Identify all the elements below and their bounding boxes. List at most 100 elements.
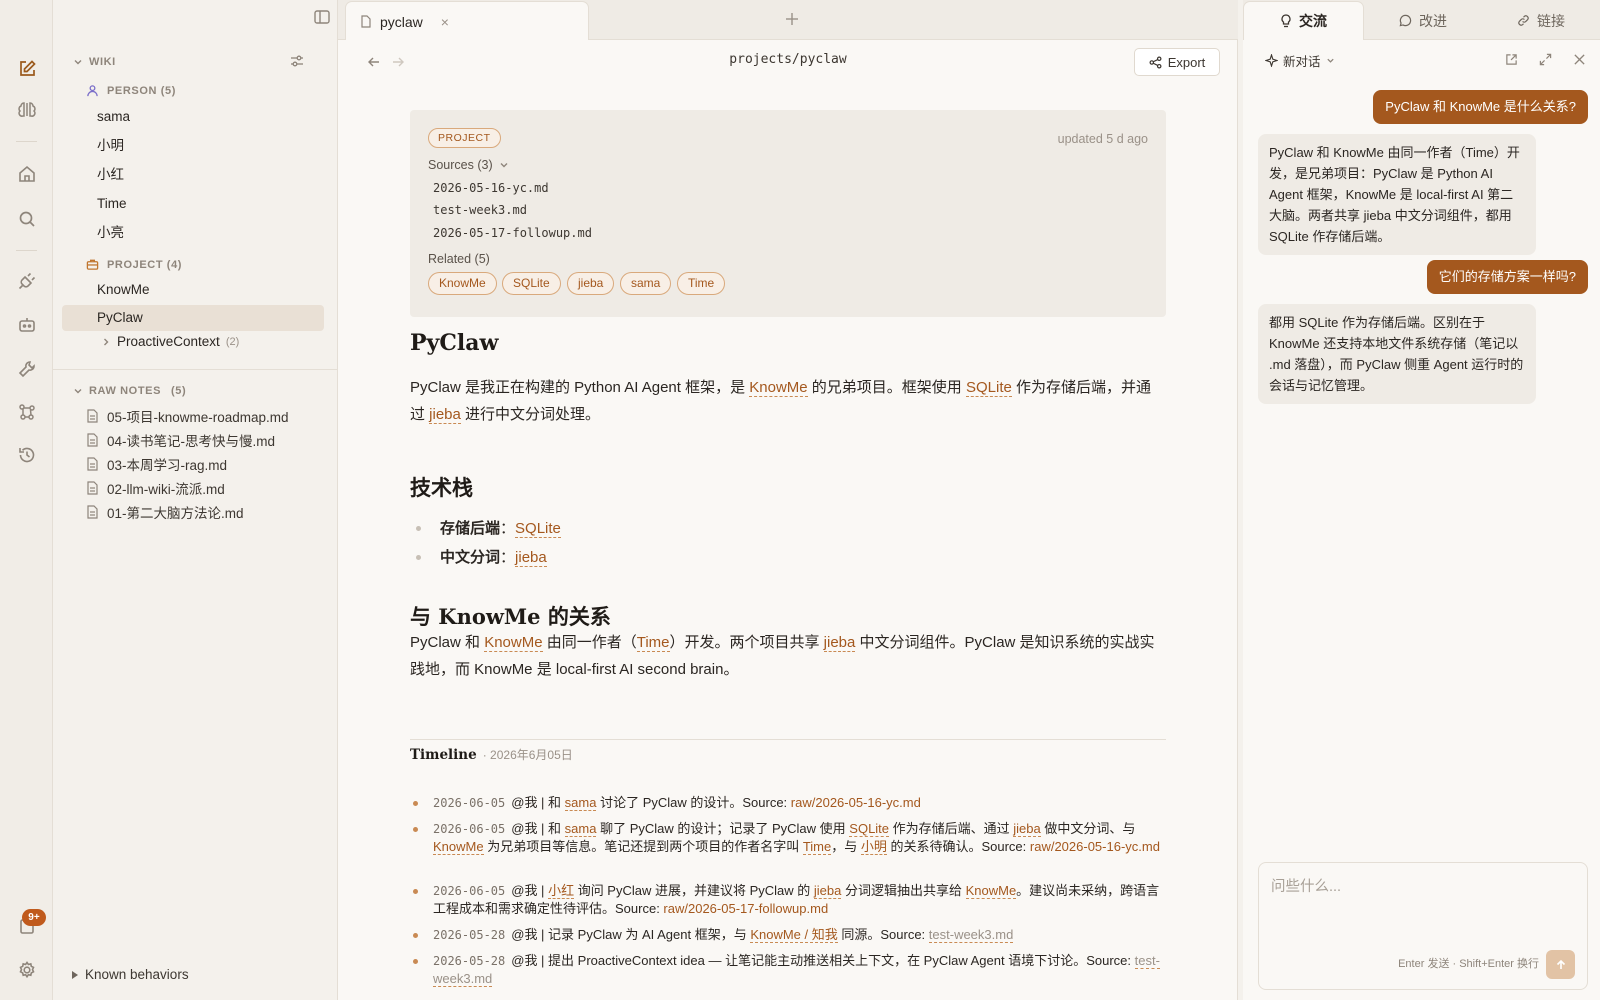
sidebar-item-time[interactable]: Time: [62, 191, 324, 217]
source-link[interactable]: raw/2026-05-16-yc.md: [791, 795, 921, 810]
close-tab-icon[interactable]: ×: [441, 14, 449, 30]
wikilink[interactable]: KnowMe / 知我: [750, 927, 838, 943]
plug-icon[interactable]: [15, 269, 39, 293]
timeline-dot: [413, 801, 418, 806]
source-file[interactable]: test-week3.md: [433, 203, 527, 217]
source-file[interactable]: 2026-05-16-yc.md: [433, 181, 549, 195]
timeline-dot: [413, 889, 418, 894]
chat-bubble-icon: [1399, 14, 1412, 27]
raw-file-item[interactable]: 04-读书笔记-思考快与慢.md: [86, 429, 275, 451]
source-file[interactable]: 2026-05-17-followup.md: [433, 226, 592, 240]
wikilink[interactable]: sama: [564, 795, 597, 811]
known-behaviors-label: Known behaviors: [85, 967, 189, 982]
type-tag: PROJECT: [428, 128, 501, 148]
new-chat-dropdown[interactable]: 新对话: [1265, 51, 1335, 70]
graph-nodes-icon[interactable]: [15, 400, 39, 424]
raw-notes-header[interactable]: RAW NOTES (5): [73, 385, 186, 397]
related-chip[interactable]: Time: [677, 272, 726, 295]
source-link[interactable]: raw/2026-05-16-yc.md: [1030, 839, 1160, 854]
wikilink[interactable]: SQLite: [965, 379, 1012, 397]
person-group-header[interactable]: PERSON (5): [86, 84, 176, 97]
sidebar-item-knowme[interactable]: KnowMe: [62, 277, 324, 303]
sources-toggle[interactable]: Sources (3): [428, 158, 509, 172]
wikilink[interactable]: jieba: [429, 406, 461, 424]
timeline-entry: 2026-06-05 @我 | 和 sama 聊了 PyClaw 的设计；记录了 …: [433, 821, 1160, 855]
tab-links[interactable]: 链接: [1482, 1, 1600, 40]
wikilink[interactable]: jieba: [515, 549, 547, 567]
raw-file-item[interactable]: 02-llm-wiki-流派.md: [86, 477, 225, 499]
wikilink[interactable]: jieba: [1013, 821, 1041, 837]
export-button[interactable]: Export: [1134, 48, 1220, 76]
page-title: PyClaw: [410, 330, 499, 356]
rail-divider: [16, 141, 37, 142]
send-button[interactable]: [1546, 950, 1575, 979]
related-chip[interactable]: jieba: [567, 272, 615, 295]
wikilink[interactable]: KnowMe: [749, 379, 808, 397]
search-icon[interactable]: [15, 207, 39, 231]
rail-divider: [16, 250, 37, 251]
sidebar-item-proactivecontext[interactable]: ProactiveContext (2): [101, 334, 239, 349]
wikilink[interactable]: KnowMe: [965, 883, 1017, 899]
sidebar-divider: [53, 369, 338, 370]
settings-gear-icon[interactable]: [15, 958, 39, 982]
wikilink[interactable]: sama: [564, 821, 597, 837]
wrench-icon[interactable]: [15, 357, 39, 381]
wikilink[interactable]: SQLite: [849, 821, 890, 837]
timeline-entry: 2026-05-28 @我 | 提出 ProactiveContext idea …: [433, 953, 1160, 987]
wikilink[interactable]: jieba: [813, 883, 842, 899]
tab-improve[interactable]: 改进: [1364, 1, 1482, 40]
timeline-date: · 2026年6月05日: [482, 748, 573, 762]
raw-file-item[interactable]: 03-本周学习-rag.md: [86, 453, 227, 475]
wikilink[interactable]: SQLite: [515, 520, 561, 538]
raw-file-item[interactable]: 01-第二大脑方法论.md: [86, 501, 244, 523]
sources-label: Sources (3): [428, 158, 493, 172]
project-group-header[interactable]: PROJECT (4): [86, 258, 182, 271]
tab-pyclaw[interactable]: pyclaw ×: [345, 1, 589, 41]
page-path: projects/pyclaw: [729, 52, 847, 67]
wikilink[interactable]: KnowMe: [484, 634, 543, 652]
file-icon: [87, 433, 98, 447]
briefcase-icon: [86, 259, 99, 270]
wikilink[interactable]: KnowMe: [433, 839, 484, 855]
editor-tab-bar: pyclaw ×: [338, 0, 1238, 41]
wikilink[interactable]: Time: [802, 839, 832, 855]
wikilink[interactable]: Time: [636, 634, 670, 652]
lightbulb-icon: [1281, 14, 1291, 28]
wikilink[interactable]: jieba: [823, 634, 856, 652]
related-chip[interactable]: KnowMe: [428, 272, 497, 295]
wikilink[interactable]: 小红: [548, 883, 575, 899]
sidebar-item-pyclaw[interactable]: PyClaw: [62, 305, 324, 331]
history-icon[interactable]: [15, 443, 39, 467]
bot-icon[interactable]: [15, 313, 39, 337]
sidebar-item-sama[interactable]: sama: [62, 104, 324, 130]
related-chip[interactable]: sama: [620, 272, 672, 295]
relation-paragraph: PyClaw 和 KnowMe 由同一作者（Time）开发。两个项目共享 jie…: [410, 634, 1155, 678]
sidebar-item-xiaoliang[interactable]: 小亮: [62, 220, 324, 246]
edit-note-icon[interactable]: [15, 57, 39, 81]
sidebar-item-xiaoming[interactable]: 小明: [62, 133, 324, 159]
list-bullet: [416, 555, 421, 560]
home-icon[interactable]: [15, 162, 39, 186]
wikilink[interactable]: 小明: [860, 839, 887, 855]
raw-file-item[interactable]: 05-项目-knowme-roadmap.md: [86, 405, 289, 427]
open-external-icon[interactable]: [1505, 53, 1518, 66]
notification-badge: 9+: [22, 909, 46, 926]
person-icon: [87, 85, 98, 97]
sidebar-item-xiaohong[interactable]: 小红: [62, 162, 324, 188]
chat-input[interactable]: [1259, 863, 1587, 943]
known-behaviors-toggle[interactable]: Known behaviors: [71, 967, 189, 982]
chevron-down-icon: [1326, 58, 1334, 63]
new-tab-plus-icon[interactable]: [784, 11, 800, 27]
list-item: 中文分词：jieba: [440, 549, 547, 567]
filter-sliders-icon[interactable]: [289, 53, 305, 69]
brain-icon[interactable]: [15, 98, 39, 122]
tab-chat[interactable]: 交流: [1243, 1, 1364, 40]
expand-icon[interactable]: [1539, 53, 1552, 66]
close-panel-icon[interactable]: [1573, 53, 1586, 66]
source-link[interactable]: test-week3.md: [928, 927, 1014, 943]
source-link[interactable]: raw/2026-05-17-followup.md: [663, 901, 828, 916]
wiki-section-header[interactable]: WIKI: [73, 56, 116, 68]
related-chip[interactable]: SQLite: [502, 272, 561, 295]
sidebar-toggle-icon[interactable]: [313, 8, 331, 26]
timeline-entry: 2026-06-05 @我 | 小红 询问 PyClaw 进展，并建议将 PyCl…: [433, 883, 1160, 916]
